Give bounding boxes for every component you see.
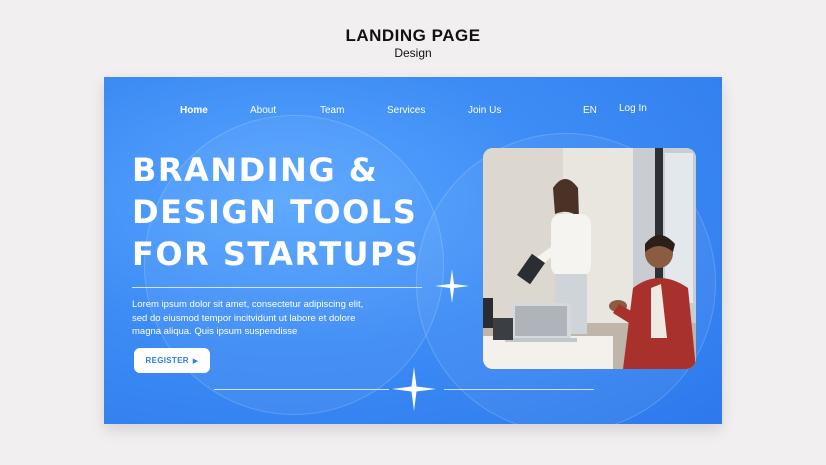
hero-description: Lorem ipsum dolor sit amet, consectetur … [132,299,364,337]
headline-line-2: DESIGN TOOLS [132,193,418,231]
register-button[interactable]: REGISTER ▶ [134,348,210,373]
top-navigation: Home About Team Services Join Us EN Log … [104,103,722,121]
divider-line [214,389,389,390]
divider-line [132,287,422,288]
nav-item-team[interactable]: Team [320,105,344,116]
page-subtitle: Design [394,46,432,60]
sparkle-icon [435,269,469,303]
hero-photo [483,148,696,369]
play-arrow-icon: ▶ [192,357,199,365]
nav-item-join-us[interactable]: Join Us [468,105,501,116]
page-title: LANDING PAGE [345,26,481,45]
headline-line-1: BRANDING & [132,151,379,189]
language-selector[interactable]: EN [583,105,597,116]
office-meeting-illustration [483,148,696,369]
nav-item-home[interactable]: Home [180,105,208,116]
nav-item-services[interactable]: Services [387,105,425,116]
headline-line-3: FOR STARTUPS [132,235,420,273]
hero-headline: BRANDING & DESIGN TOOLS FOR STARTUPS [132,149,482,275]
divider-line [444,389,594,390]
login-link[interactable]: Log In [619,103,647,114]
landing-page-mockup: Home About Team Services Join Us EN Log … [104,77,722,424]
sparkle-icon [392,367,436,411]
nav-item-about[interactable]: About [250,105,276,116]
register-button-label: REGISTER [145,356,189,365]
